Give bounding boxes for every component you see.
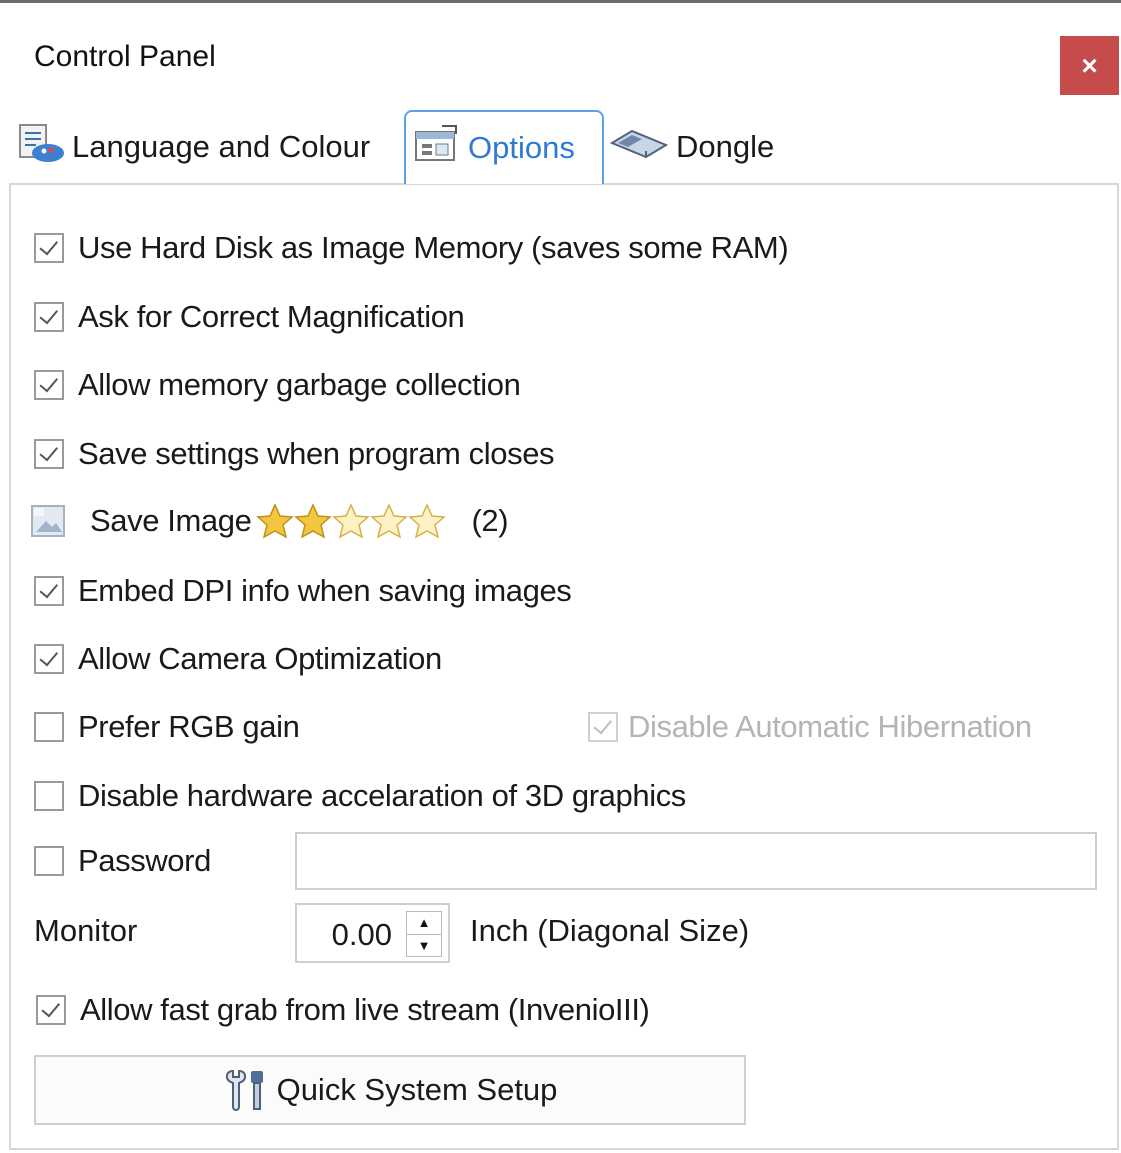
save-settings-label: Save settings when program closes bbox=[78, 436, 555, 471]
password-checkbox[interactable] bbox=[34, 846, 64, 876]
close-button[interactable]: × bbox=[1060, 36, 1119, 95]
rating-stars[interactable] bbox=[255, 502, 447, 540]
tab-language-and-colour[interactable]: Language and Colour bbox=[14, 110, 398, 184]
window-title: Control Panel bbox=[34, 40, 216, 73]
rating-count: (2) bbox=[471, 503, 509, 538]
disable-hw-accel-checkbox[interactable] bbox=[34, 781, 64, 811]
fast-grab-option[interactable]: Allow fast grab from live stream (Inveni… bbox=[36, 992, 650, 1028]
image-icon bbox=[30, 503, 68, 539]
monitor-unit-label: Inch (Diagonal Size) bbox=[470, 913, 750, 948]
embed-dpi-label: Embed DPI info when saving images bbox=[78, 573, 572, 608]
allow-gc-label: Allow memory garbage collection bbox=[78, 367, 521, 402]
save-settings-checkbox[interactable] bbox=[34, 439, 64, 469]
camera-optimization-label: Allow Camera Optimization bbox=[78, 641, 442, 676]
quick-system-setup-button[interactable]: Quick System Setup bbox=[34, 1055, 746, 1125]
star-icon[interactable] bbox=[407, 502, 447, 540]
allow-gc-checkbox[interactable] bbox=[34, 370, 64, 400]
save-image-label: Save Image bbox=[90, 503, 252, 538]
save-settings-option[interactable]: Save settings when program closes bbox=[34, 436, 555, 472]
options-icon bbox=[412, 122, 468, 174]
camera-optimization-checkbox[interactable] bbox=[34, 644, 64, 674]
password-field[interactable] bbox=[295, 832, 1097, 890]
use-hard-disk-label: Use Hard Disk as Image Memory (saves som… bbox=[78, 230, 789, 265]
ask-magnification-label: Ask for Correct Magnification bbox=[78, 299, 465, 334]
prefer-rgb-label: Prefer RGB gain bbox=[78, 709, 300, 744]
prefer-rgb-option[interactable]: Prefer RGB gain bbox=[34, 709, 300, 745]
increment-icon[interactable]: ▲ bbox=[407, 912, 441, 935]
monitor-size-stepper[interactable]: 0.00 ▲ ▼ bbox=[295, 903, 450, 963]
embed-dpi-checkbox[interactable] bbox=[34, 576, 64, 606]
disable-hw-accel-option[interactable]: Disable hardware accelaration of 3D grap… bbox=[34, 778, 686, 814]
disable-hibernation-label: Disable Automatic Hibernation bbox=[628, 709, 1032, 744]
star-icon[interactable] bbox=[369, 502, 409, 540]
tab-label: Language and Colour bbox=[72, 129, 371, 164]
tab-dongle[interactable]: Dongle bbox=[608, 110, 788, 184]
document-paint-icon bbox=[14, 121, 72, 173]
password-option[interactable]: Password bbox=[34, 843, 211, 879]
ask-magnification-checkbox[interactable] bbox=[34, 302, 64, 332]
tab-label: Options bbox=[468, 130, 575, 165]
star-icon[interactable] bbox=[293, 502, 333, 540]
tab-label: Dongle bbox=[676, 129, 775, 164]
disable-hibernation-option: Disable Automatic Hibernation bbox=[588, 709, 1032, 745]
disable-hibernation-checkbox bbox=[588, 712, 618, 742]
use-hard-disk-option[interactable]: Use Hard Disk as Image Memory (saves som… bbox=[34, 230, 789, 266]
tab-options[interactable]: Options bbox=[404, 110, 604, 184]
star-icon[interactable] bbox=[255, 502, 295, 540]
fast-grab-checkbox[interactable] bbox=[36, 995, 66, 1025]
monitor-label: Monitor bbox=[34, 913, 138, 948]
tools-icon bbox=[223, 1067, 273, 1113]
monitor-size-value[interactable]: 0.00 bbox=[332, 917, 392, 953]
decrement-icon[interactable]: ▼ bbox=[407, 935, 441, 957]
disable-hw-accel-label: Disable hardware accelaration of 3D grap… bbox=[78, 778, 686, 813]
use-hard-disk-checkbox[interactable] bbox=[34, 233, 64, 263]
prefer-rgb-checkbox[interactable] bbox=[34, 712, 64, 742]
ask-magnification-option[interactable]: Ask for Correct Magnification bbox=[34, 299, 465, 335]
dongle-icon bbox=[608, 121, 676, 173]
fast-grab-label: Allow fast grab from live stream (Inveni… bbox=[80, 992, 650, 1027]
star-icon[interactable] bbox=[331, 502, 371, 540]
embed-dpi-option[interactable]: Embed DPI info when saving images bbox=[34, 573, 572, 609]
stepper-buttons[interactable]: ▲ ▼ bbox=[406, 911, 442, 957]
allow-gc-option[interactable]: Allow memory garbage collection bbox=[34, 367, 521, 403]
save-image-option[interactable]: Save Image (2) bbox=[30, 502, 509, 540]
camera-optimization-option[interactable]: Allow Camera Optimization bbox=[34, 641, 442, 677]
password-label: Password bbox=[78, 843, 211, 878]
window-top-border bbox=[0, 0, 1121, 9]
quick-system-setup-label: Quick System Setup bbox=[276, 1072, 558, 1107]
